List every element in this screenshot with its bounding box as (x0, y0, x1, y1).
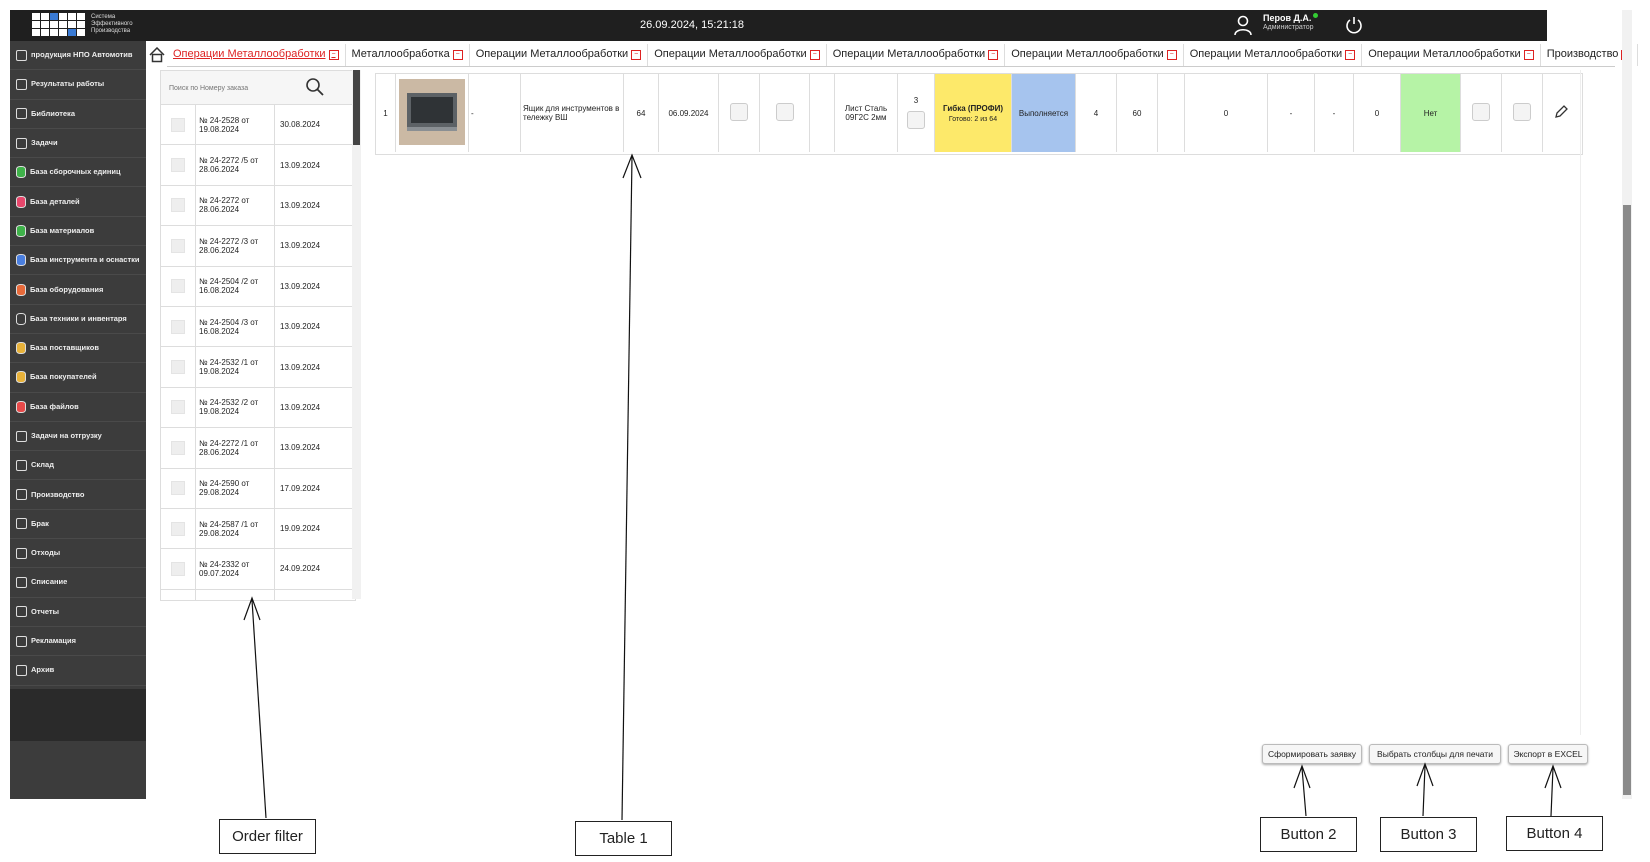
annotation-order-filter: Order filter (219, 819, 316, 854)
annotation-button-3: Button 3 (1380, 817, 1477, 852)
annotation-button-4: Button 4 (1506, 816, 1603, 851)
annotation-button-2: Button 2 (1260, 817, 1357, 852)
annotation-table-1: Table 1 (575, 821, 672, 856)
annotation-arrows (243, 153, 1562, 821)
